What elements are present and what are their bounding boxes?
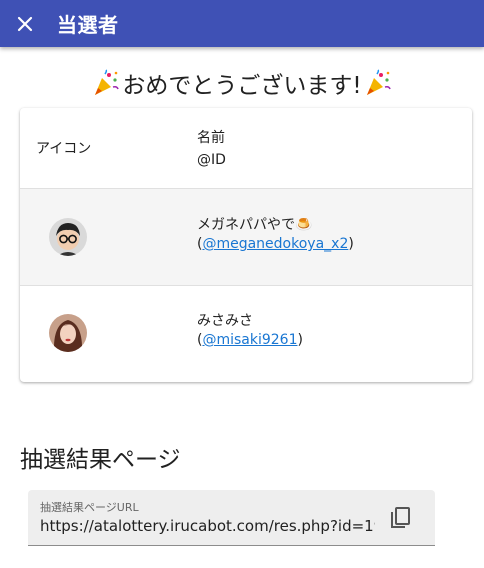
- avatar-glasses-man-icon: [49, 218, 87, 256]
- winner-name: メガネパパやで: [197, 217, 295, 233]
- header-icon-label: アイコン: [36, 141, 92, 157]
- winner-handle-link[interactable]: @meganedokoya_x2: [202, 236, 348, 252]
- header-name: 名前: [197, 130, 225, 146]
- pudding-icon: 🍮: [295, 217, 313, 233]
- table-header: アイコン 名前 @ID: [20, 108, 472, 189]
- copy-icon: [391, 507, 410, 528]
- avatar: [49, 314, 87, 352]
- close-button[interactable]: [8, 7, 42, 41]
- header-name-label: 名前 @ID: [197, 127, 226, 171]
- congrats-text: おめでとうございます!: [122, 73, 362, 99]
- table-row: みさみさ (@misaki9261): [20, 286, 472, 382]
- avatar: [49, 218, 87, 256]
- avatar-woman-icon: [49, 314, 87, 352]
- winner-info: メガネパパやで🍮 (@meganedokoya_x2): [197, 217, 354, 252]
- table-row: メガネパパやで🍮 (@meganedokoya_x2): [20, 189, 472, 286]
- party-popper-icon: [366, 69, 391, 95]
- winner-info: みさみさ (@misaki9261): [197, 313, 303, 348]
- result-url-field[interactable]: 抽選結果ページURL https://atalottery.irucabot.c…: [28, 490, 435, 546]
- winner-name: みさみさ: [197, 313, 253, 329]
- winner-handle-link[interactable]: @misaki9261: [202, 332, 297, 348]
- close-icon: [17, 16, 33, 32]
- party-popper-icon: [95, 69, 120, 95]
- results-section-title: 抽選結果ページ: [20, 447, 181, 473]
- header-id: @ID: [197, 152, 226, 168]
- winners-table: アイコン 名前 @ID メガネパパやで🍮 (@meganedokoya_x2): [20, 108, 472, 382]
- congrats-message: おめでとうございます!: [0, 66, 484, 100]
- result-url-value[interactable]: https://atalottery.irucabot.com/res.php?…: [40, 517, 375, 535]
- app-bar: 当選者: [0, 0, 484, 47]
- result-url-label: 抽選結果ページURL: [40, 501, 139, 514]
- copy-button[interactable]: [386, 503, 416, 533]
- page-title: 当選者: [57, 13, 119, 37]
